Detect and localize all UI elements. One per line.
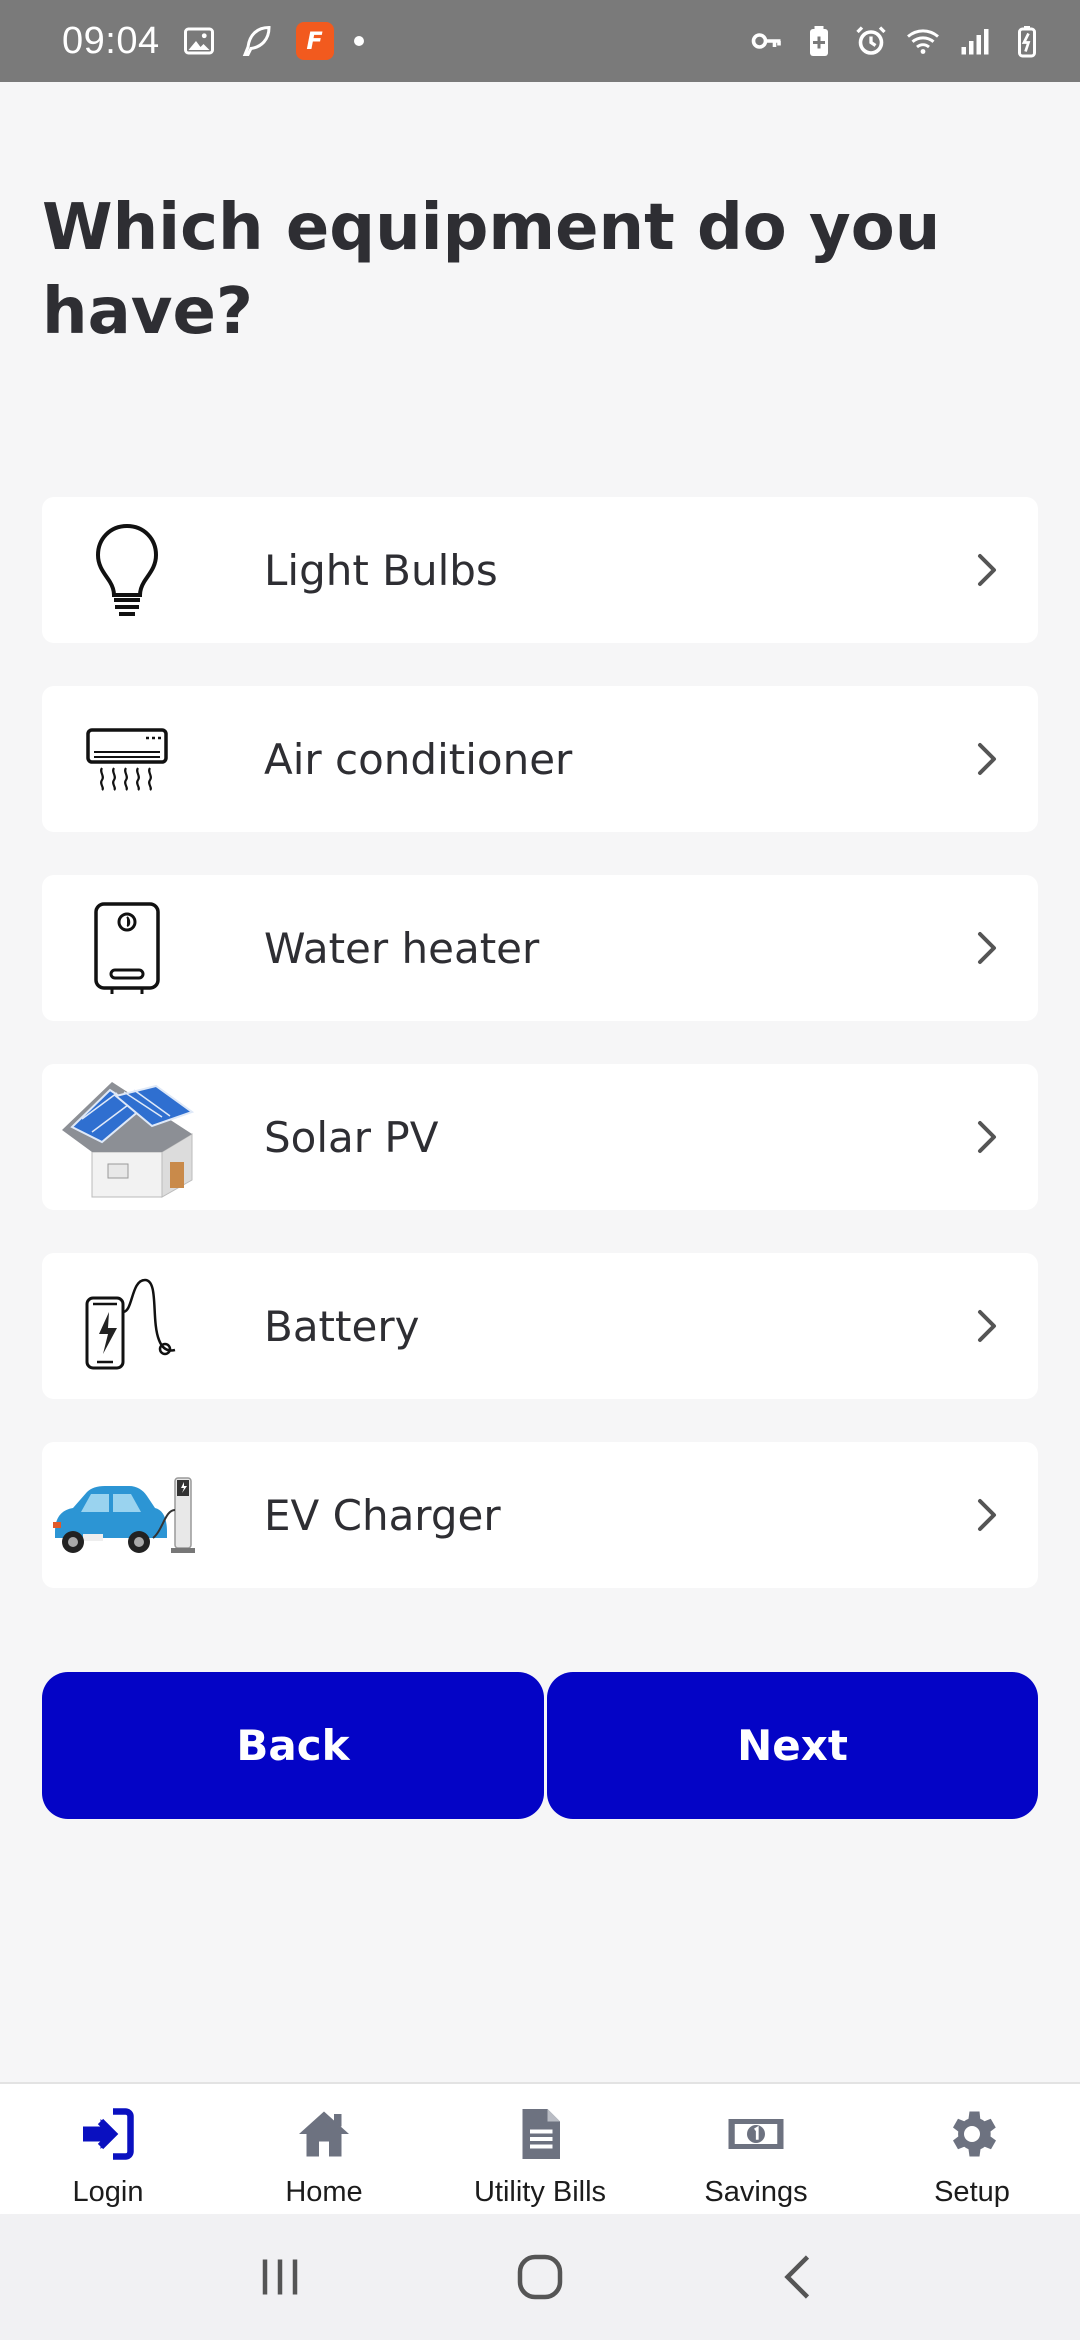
equipment-item-ev-charger[interactable]: EV Charger [42, 1442, 1038, 1588]
chevron-right-icon [978, 554, 996, 586]
chevron-right-icon [978, 1121, 996, 1153]
status-left: 09:04 F [62, 20, 364, 63]
battery-icon [1008, 22, 1046, 60]
image-icon [180, 22, 218, 60]
battery-saver-icon [800, 22, 838, 60]
equipment-label: Solar PV [264, 1112, 439, 1162]
nav-item-savings[interactable]: Savings [648, 2084, 864, 2209]
equipment-label: Air conditioner [264, 734, 573, 784]
nav-item-home[interactable]: Home [216, 2084, 432, 2209]
battery-icon [42, 1253, 212, 1399]
nav-label: Utility Bills [473, 2176, 607, 2208]
notification-dot [353, 36, 364, 46]
home-system-button[interactable] [500, 2237, 580, 2317]
equipment-label: Water heater [264, 923, 540, 973]
app-badge: F [295, 22, 334, 60]
login-icon [76, 2102, 140, 2166]
equipment-label: EV Charger [264, 1490, 501, 1540]
chevron-right-icon [978, 1499, 996, 1531]
vpn-key-icon [748, 22, 786, 60]
light-bulb-icon [42, 497, 212, 643]
chevron-right-icon [978, 743, 996, 775]
bottom-nav: Login Home Utility Bills Savings Setup [0, 2082, 1080, 2214]
nav-item-utility-bills[interactable]: Utility Bills [432, 2084, 648, 2209]
nav-item-login[interactable]: Login [0, 2084, 216, 2209]
feather-icon [238, 22, 276, 60]
solar-pv-icon [42, 1064, 212, 1210]
nav-label: Login [72, 2176, 144, 2208]
nav-label: Setup [934, 2176, 1010, 2208]
home-icon [292, 2102, 356, 2166]
page-title: Which equipment do you have? [42, 191, 941, 349]
signal-icon [956, 22, 994, 60]
status-bar: 09:04 F [0, 0, 1080, 82]
alarm-icon [852, 22, 890, 60]
equipment-item-battery[interactable]: Battery [42, 1253, 1038, 1399]
chevron-right-icon [978, 932, 996, 964]
equipment-item-water-heater[interactable]: Water heater [42, 875, 1038, 1021]
status-time: 09:04 [62, 19, 160, 62]
gear-icon [940, 2102, 1004, 2166]
wifi-icon [904, 22, 942, 60]
nav-label: Savings [704, 2176, 808, 2208]
money-icon [724, 2102, 788, 2166]
equipment-label: Battery [264, 1301, 420, 1351]
back-system-button[interactable] [760, 2237, 840, 2317]
equipment-item-solar-pv[interactable]: Solar PV [42, 1064, 1038, 1210]
document-icon [508, 2102, 572, 2166]
button-row: Back Next [42, 1672, 1038, 1819]
back-button[interactable]: Back [42, 1672, 544, 1819]
ev-charger-icon [42, 1442, 212, 1588]
chevron-right-icon [978, 1310, 996, 1342]
air-conditioner-icon [42, 686, 212, 832]
recent-apps-button[interactable] [240, 2237, 320, 2317]
back-chevron-icon [784, 2255, 810, 2299]
recent-apps-icon [262, 2259, 298, 2295]
home-circle-icon [517, 2254, 563, 2300]
equipment-label: Light Bulbs [264, 545, 498, 595]
water-heater-icon [42, 875, 212, 1021]
next-button[interactable]: Next [547, 1672, 1038, 1819]
equipment-item-light-bulbs[interactable]: Light Bulbs [42, 497, 1038, 643]
equipment-list: Light Bulbs Air conditioner Water heater… [42, 497, 1038, 1631]
nav-label: Home [285, 2176, 363, 2208]
equipment-item-air-conditioner[interactable]: Air conditioner [42, 686, 1038, 832]
status-right [748, 22, 1046, 60]
system-nav-bar [0, 2214, 1080, 2340]
nav-item-setup[interactable]: Setup [864, 2084, 1080, 2209]
